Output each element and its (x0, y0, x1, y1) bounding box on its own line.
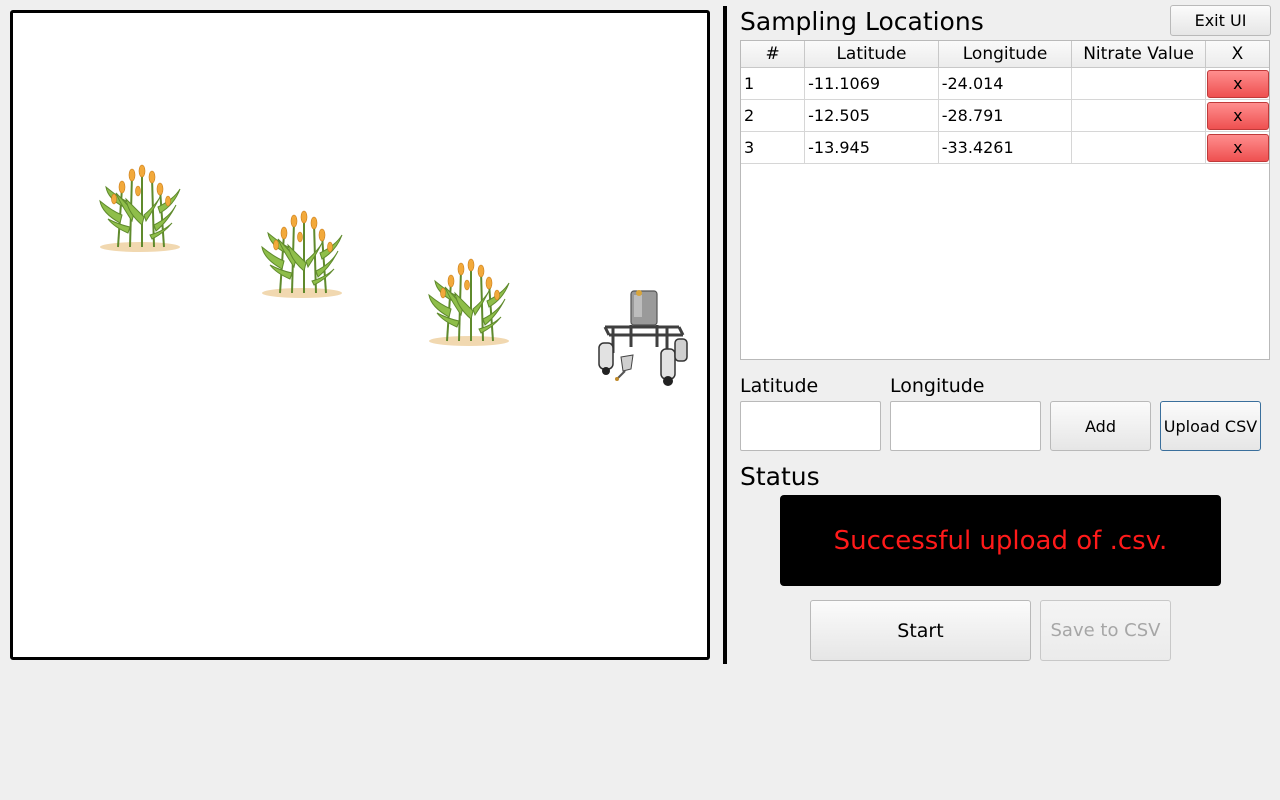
delete-cell: x (1205, 67, 1269, 100)
panel-divider (723, 6, 727, 664)
longitude-input[interactable] (890, 401, 1041, 451)
delete-row-button[interactable]: x (1206, 101, 1269, 130)
corn-plant-icon (99, 164, 181, 252)
table-row: 1 -11.1069 -24.014 x (741, 67, 1269, 100)
status-display: Successful upload of .csv. (780, 495, 1221, 586)
row-index-cell[interactable]: 1 (741, 67, 806, 100)
save-to-csv-button[interactable]: Save to CSV (1040, 600, 1171, 661)
delete-cell: x (1205, 99, 1269, 132)
column-header-index[interactable]: # (741, 41, 806, 68)
field-map (10, 10, 710, 660)
status-message: Successful upload of .csv. (833, 525, 1168, 556)
latitude-cell[interactable]: -12.505 (804, 99, 939, 132)
longitude-cell[interactable]: -33.4261 (938, 131, 1073, 164)
latitude-label: Latitude (740, 375, 819, 397)
nitrate-cell[interactable] (1071, 67, 1206, 100)
row-index-cell[interactable]: 3 (741, 131, 806, 164)
exit-ui-button[interactable]: Exit UI (1170, 5, 1271, 36)
latitude-cell[interactable]: -13.945 (804, 131, 939, 164)
add-button[interactable]: Add (1050, 401, 1151, 451)
row-index-cell[interactable]: 2 (741, 99, 806, 132)
column-header-latitude[interactable]: Latitude (804, 41, 939, 68)
upload-csv-button[interactable]: Upload CSV (1160, 401, 1261, 451)
table-row: 3 -13.945 -33.4261 x (741, 131, 1269, 164)
sampling-locations-table: # Latitude Longitude Nitrate Value X 1 -… (740, 40, 1270, 360)
corn-plant-icon (428, 258, 510, 346)
column-header-nitrate[interactable]: Nitrate Value (1071, 41, 1206, 68)
latitude-input[interactable] (740, 401, 881, 451)
status-heading: Status (740, 462, 820, 491)
delete-cell: x (1205, 131, 1269, 164)
latitude-cell[interactable]: -11.1069 (804, 67, 939, 100)
column-header-delete[interactable]: X (1205, 41, 1269, 68)
table-row: 2 -12.505 -28.791 x (741, 99, 1269, 132)
sampling-robot-icon (598, 290, 688, 386)
delete-row-button[interactable]: x (1206, 133, 1269, 162)
start-button[interactable]: Start (810, 600, 1031, 661)
table-header-row: # Latitude Longitude Nitrate Value X (741, 41, 1269, 68)
corn-plant-icon (261, 210, 343, 298)
longitude-cell[interactable]: -24.014 (938, 67, 1073, 100)
longitude-label: Longitude (890, 375, 985, 397)
longitude-cell[interactable]: -28.791 (938, 99, 1073, 132)
delete-row-button[interactable]: x (1206, 69, 1269, 98)
nitrate-cell[interactable] (1071, 131, 1206, 164)
nitrate-cell[interactable] (1071, 99, 1206, 132)
column-header-longitude[interactable]: Longitude (938, 41, 1073, 68)
sampling-locations-title: Sampling Locations (740, 7, 984, 36)
